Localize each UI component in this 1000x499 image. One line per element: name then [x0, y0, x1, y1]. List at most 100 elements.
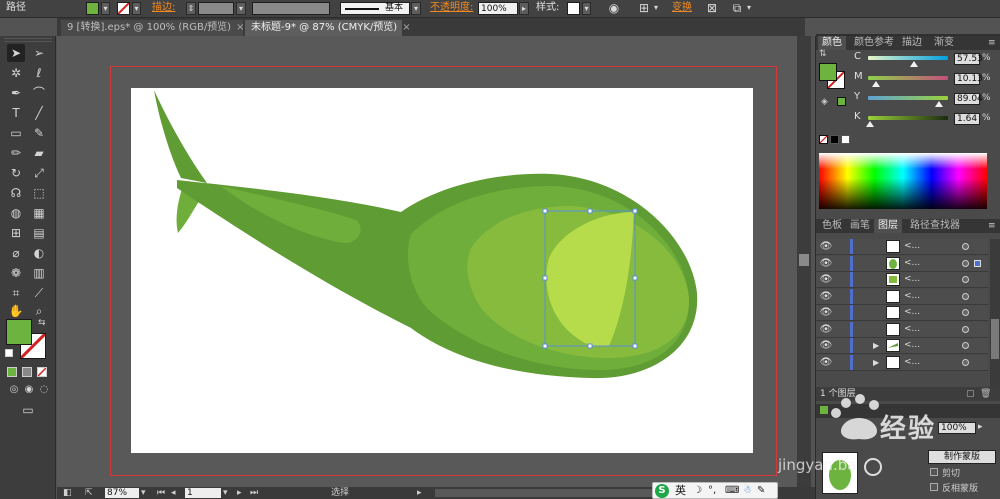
handle-ml[interactable]	[542, 275, 548, 281]
draw-normal-icon[interactable]: ◎	[7, 381, 21, 399]
transparency-opacity-input[interactable]: 100%	[938, 422, 976, 434]
slice-icon[interactable]: ⟋	[30, 284, 48, 302]
lasso-icon[interactable]: ℓ	[30, 64, 48, 82]
channel-slider-y[interactable]	[868, 96, 948, 100]
channel-slider-thumb[interactable]	[865, 121, 874, 127]
stroke-label[interactable]: 描边:	[152, 0, 175, 16]
ime-keyboard-icon[interactable]: ⌨	[725, 484, 739, 498]
default-colors-icon[interactable]	[5, 349, 13, 357]
layer-row[interactable]: 👁 <...	[816, 255, 988, 272]
channel-slider-thumb[interactable]	[910, 61, 919, 67]
prev-artboard-icon[interactable]: ◂	[171, 487, 176, 499]
handle-tr[interactable]	[632, 208, 638, 214]
warp-icon[interactable]: ☊	[7, 184, 25, 202]
blend-icon[interactable]: ◐	[30, 244, 48, 262]
channel-slider-thumb[interactable]	[872, 81, 880, 87]
status-menu-icon[interactable]: ▸	[417, 487, 422, 499]
none-swatch[interactable]	[819, 135, 828, 144]
layer-row[interactable]: 👁 ▶ <...	[816, 354, 988, 371]
tab-stroke[interactable]: 描边	[898, 36, 926, 50]
align-icon[interactable]: ⊞	[636, 0, 652, 16]
color-spectrum[interactable]	[819, 153, 987, 209]
arrange-icon[interactable]: ⧉	[730, 0, 744, 16]
stroke-weight-stepper[interactable]: ⇕	[186, 2, 196, 15]
target-circle-icon[interactable]	[962, 243, 969, 250]
zoom-dropdown-icon[interactable]: ▾	[141, 487, 146, 499]
eraser-icon[interactable]: ▰	[30, 144, 48, 162]
variable-width-profile[interactable]	[252, 2, 330, 15]
symbol-sprayer-icon[interactable]: ❁	[7, 264, 25, 282]
handle-bm[interactable]	[587, 343, 593, 349]
layer-row[interactable]: 👁 ▶ <...	[816, 338, 988, 354]
hand-icon[interactable]: ✋	[7, 302, 25, 320]
eye-icon[interactable]: 👁	[819, 338, 833, 353]
color-mode-icon[interactable]	[7, 367, 17, 377]
invert-mask-checkbox[interactable]	[930, 483, 938, 491]
scale-icon[interactable]: ⤢	[30, 164, 48, 182]
expand-arrow-icon[interactable]: ▶	[873, 355, 879, 370]
channel-slider-m[interactable]	[868, 76, 948, 80]
target-circle-icon[interactable]	[962, 325, 969, 333]
opacity-input[interactable]: 100%	[478, 2, 518, 15]
recolor-icon[interactable]: ◉	[606, 0, 622, 16]
gradient-mode-icon[interactable]	[22, 367, 32, 377]
mesh-icon[interactable]: ⊞	[7, 224, 25, 242]
magic-wand-icon[interactable]: ✲	[7, 64, 25, 82]
perspective-grid-icon[interactable]: ▦	[30, 204, 48, 222]
style-dropdown[interactable]: ▾	[582, 2, 591, 15]
color-panel-swap-icon[interactable]: ⇅	[819, 49, 827, 59]
eye-icon[interactable]: 👁	[819, 256, 833, 271]
style-swatch[interactable]	[567, 2, 580, 15]
ime-tools-icon[interactable]: ✎	[757, 484, 765, 498]
brush-dropdown[interactable]: ▾	[411, 2, 421, 15]
stroke-dropdown[interactable]: ▾	[132, 2, 141, 15]
target-circle-icon[interactable]	[962, 358, 969, 366]
close-icon[interactable]: ×	[402, 22, 410, 33]
handle-br[interactable]	[632, 343, 638, 349]
horizontal-scrollbar[interactable]	[435, 489, 655, 497]
ime-logo-icon[interactable]: S	[655, 484, 669, 498]
ime-skin-icon[interactable]: ☃	[743, 484, 752, 498]
artboard-icon[interactable]: ⌗	[7, 284, 25, 302]
tail-fin-top[interactable]	[154, 90, 207, 183]
rectangle-icon[interactable]: ▭	[7, 124, 25, 142]
pen-icon[interactable]: ✒	[7, 84, 25, 102]
channel-value-m[interactable]: 10.13	[954, 73, 983, 85]
next-artboard-icon[interactable]: ▸	[237, 487, 242, 499]
gradient-icon[interactable]: ▤	[30, 224, 48, 242]
handle-tl[interactable]	[542, 208, 548, 214]
delete-layer-icon[interactable]: 🗑	[980, 387, 991, 401]
eyedropper-icon[interactable]: ⌀	[7, 244, 25, 262]
shape-builder-icon[interactable]: ◍	[7, 204, 25, 222]
layers-scroll-thumb[interactable]	[991, 319, 999, 359]
opacity-label[interactable]: 不透明度:	[430, 0, 473, 16]
channel-slider-c[interactable]	[868, 56, 948, 60]
panel-menu-icon[interactable]: ≡	[988, 36, 996, 50]
transform-label[interactable]: 变换	[672, 0, 692, 16]
target-circle-icon[interactable]	[962, 259, 969, 267]
align-dropdown-icon[interactable]: ▾	[651, 0, 661, 16]
layer-row[interactable]: 👁 <...	[816, 305, 988, 321]
layer-row[interactable]: 👁 <...	[816, 321, 988, 338]
target-circle-icon[interactable]	[962, 342, 969, 349]
fill-color-box[interactable]	[6, 319, 32, 345]
screen-mode-icon[interactable]: ▭	[18, 401, 38, 419]
layer-row[interactable]: 👁 <...	[816, 239, 988, 255]
ime-punct-icon[interactable]: °,	[708, 484, 716, 498]
mask-link-icon[interactable]	[864, 458, 882, 476]
fill-swatch[interactable]	[86, 2, 99, 15]
vertical-scrollbar[interactable]	[797, 36, 811, 487]
tab-brushes[interactable]: 画笔	[846, 219, 874, 233]
tab-pathfinder[interactable]: 路径查找器	[906, 219, 964, 233]
tab-swatches[interactable]: 色板	[818, 219, 846, 233]
layer-row[interactable]: 👁 <...	[816, 272, 988, 288]
artwork[interactable]	[131, 88, 753, 453]
target-circle-icon[interactable]	[962, 292, 969, 300]
channel-value-y[interactable]: 89.04	[954, 93, 983, 105]
pencil-icon[interactable]: ✏	[7, 144, 25, 162]
scroll-thumb[interactable]	[799, 254, 809, 266]
selection-arrow-icon[interactable]: ➤	[7, 44, 25, 62]
target-circle-icon[interactable]	[962, 309, 969, 316]
tab-color-guide[interactable]: 颜色参考	[850, 36, 898, 50]
eye-icon[interactable]: 👁	[819, 289, 833, 304]
